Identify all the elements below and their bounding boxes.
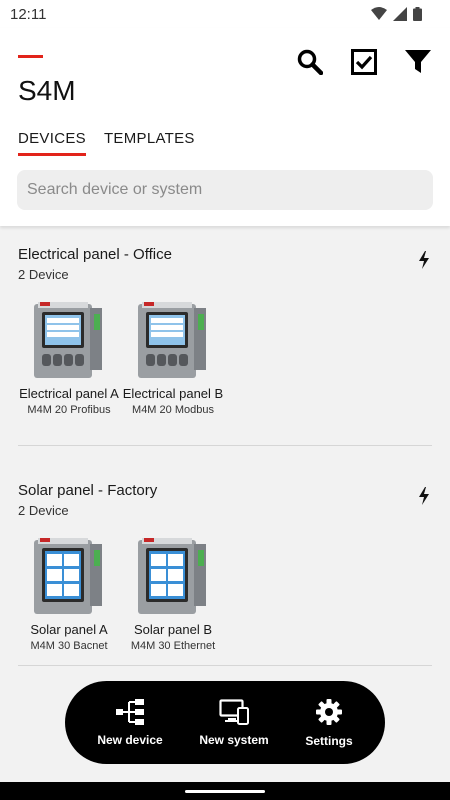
tab-templates[interactable]: TEMPLATES (104, 130, 195, 156)
device-card[interactable]: Solar panel B M4M 30 Ethernet (122, 530, 224, 652)
new-system-label: New system (199, 732, 269, 747)
device-model: M4M 20 Profibus (27, 404, 111, 416)
tab-bar: DEVICES TEMPLATES (18, 130, 195, 156)
device-model: M4M 30 Ethernet (130, 640, 216, 652)
device-list: Solar panel A M4M 30 Bacnet Solar panel … (18, 530, 224, 652)
home-gesture-handle[interactable] (185, 790, 265, 793)
device-model: M4M 20 Modbus (132, 404, 214, 416)
device-card[interactable]: Solar panel A M4M 30 Bacnet (18, 530, 120, 652)
filter-icon (405, 50, 431, 73)
device-name: Electrical panel A (19, 386, 119, 401)
device-card[interactable]: Electrical panel A M4M 20 Profibus (18, 294, 120, 416)
gear-icon (315, 698, 342, 725)
status-bar: 12:11 (0, 0, 450, 28)
device-name: Solar panel B (133, 622, 213, 637)
select-checkbox-icon (351, 49, 377, 75)
status-icons (371, 7, 422, 21)
meter-device-image (138, 538, 206, 614)
lightning-icon[interactable] (418, 251, 430, 274)
group-divider (18, 445, 432, 446)
search-icon (297, 49, 323, 75)
filter-button[interactable] (404, 48, 432, 76)
group-divider (18, 665, 432, 666)
device-model: M4M 30 Bacnet (30, 640, 108, 652)
device-name: Electrical panel B (122, 386, 224, 401)
new-device-button[interactable]: New device (97, 698, 163, 747)
group-device-count: 2 Device (18, 503, 69, 518)
signal-icon (393, 7, 407, 21)
group-title: Electrical panel - Office (18, 246, 172, 263)
search-input[interactable] (27, 181, 433, 199)
device-tree-icon (116, 698, 144, 725)
select-mode-button[interactable] (350, 48, 378, 76)
device-list: Electrical panel A M4M 20 Profibus Elect… (18, 294, 224, 416)
meter-device-image (34, 538, 102, 614)
new-system-button[interactable]: New system (199, 698, 269, 747)
app-header: S4M DEVICES TEMPLATES (0, 28, 450, 226)
lightning-icon[interactable] (418, 487, 430, 510)
meter-device-image (34, 302, 102, 378)
system-navigation-bar (0, 782, 450, 800)
monitor-phone-icon (219, 698, 249, 725)
settings-label: Settings (305, 733, 353, 748)
meter-device-image (138, 302, 206, 378)
battery-icon (413, 7, 422, 21)
header-actions (296, 48, 432, 76)
group-title: Solar panel - Factory (18, 482, 158, 499)
device-card[interactable]: Electrical panel B M4M 20 Modbus (122, 294, 224, 416)
group-device-count: 2 Device (18, 267, 69, 282)
app-title: S4M (18, 75, 76, 106)
search-field[interactable] (17, 170, 433, 210)
wifi-icon (371, 7, 387, 20)
status-time: 12:11 (10, 6, 47, 23)
settings-button[interactable]: Settings (305, 698, 353, 748)
device-name: Solar panel A (30, 622, 108, 637)
search-button[interactable] (296, 48, 324, 76)
new-device-label: New device (97, 732, 163, 747)
bottom-action-bar: New device New system Settings (65, 681, 385, 764)
brand-accent-bar (18, 55, 43, 58)
tab-devices[interactable]: DEVICES (18, 130, 86, 156)
